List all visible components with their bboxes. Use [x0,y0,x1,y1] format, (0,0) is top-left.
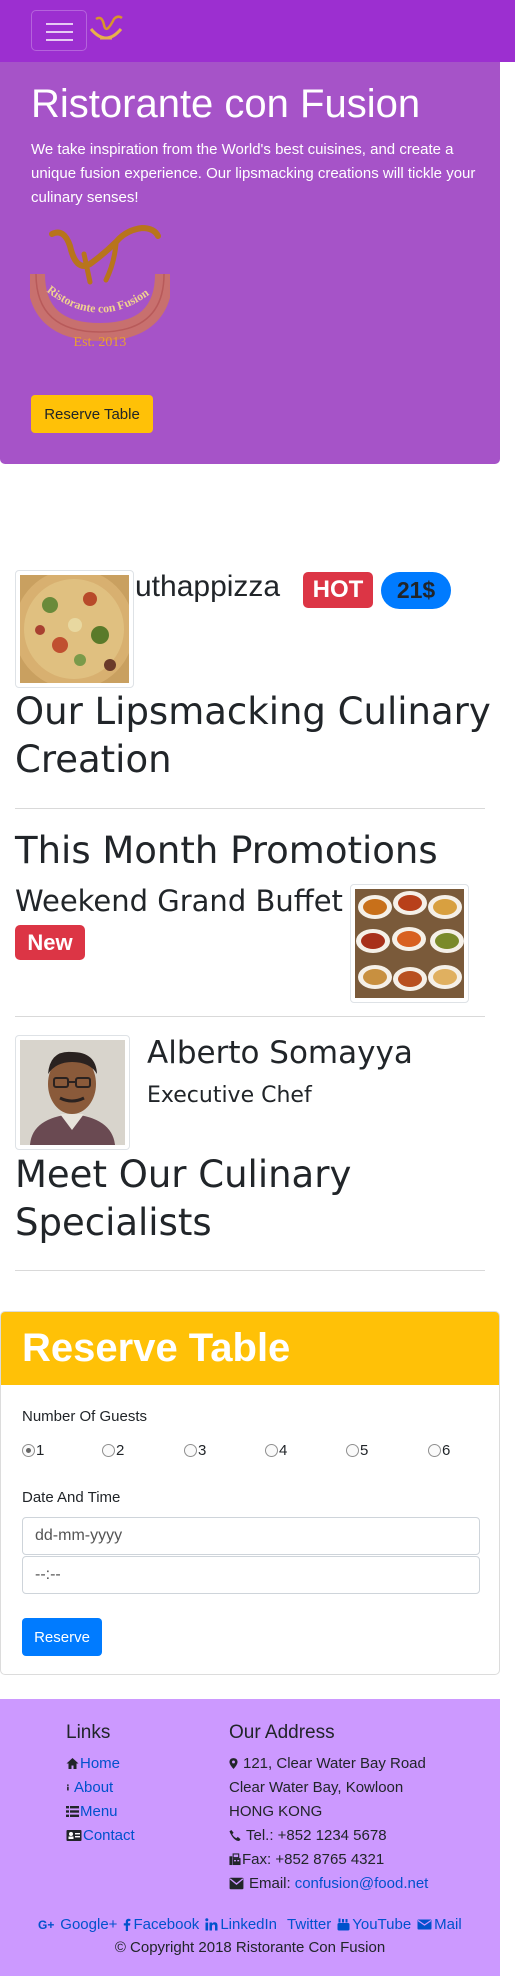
date-input[interactable]: dd-mm-yyyy [22,1517,480,1555]
footer-link-contact[interactable]: Contact [66,1827,135,1844]
datetime-label: Date And Time [22,1489,121,1506]
radio-icon[interactable] [346,1444,359,1457]
divider [15,1270,485,1271]
social-youtube[interactable]: YouTube [337,1916,411,1933]
address-tel: Tel.: +852 1234 5678 [229,1827,387,1844]
linkedin-icon [205,1918,218,1931]
card-header: Reserve Table [1,1312,499,1385]
footer-link-about[interactable]: About [66,1779,113,1796]
address-card-icon [66,1830,82,1841]
pizza-image [14,569,134,689]
google-plus-icon: G+ [38,1918,54,1931]
divider [15,1016,485,1017]
leader-section-title: Meet Our Culinary Specialists [15,1153,352,1244]
new-badge: New [15,925,85,960]
restaurant-logo-icon[interactable] [88,13,124,47]
navbar [0,0,515,62]
reserve-table-card: Reserve Table Number Of Guests 1 2 3 4 5… [0,1311,500,1675]
address-heading: Our Address [229,1722,335,1743]
social-mail[interactable]: Mail [417,1916,462,1933]
envelope-icon [417,1919,432,1930]
dish-name: uthappizza [135,570,281,603]
logo-est: Est. 2013 [74,335,127,346]
guests-label: Number Of Guests [22,1408,148,1425]
radio-icon[interactable] [22,1444,35,1457]
radio-icon[interactable] [102,1444,115,1457]
guest-radio-4[interactable]: 4 [265,1442,287,1459]
time-input[interactable]: --:-- [22,1556,480,1594]
navbar-toggle-button[interactable] [31,10,87,51]
address-line-1: 121, Clear Water Bay Road [229,1755,426,1772]
dish-section-title: Our Lipsmacking Culinary Creation [15,690,491,781]
promotion-name: Weekend Grand Buffet [15,884,343,918]
price-badge: 21$ [381,572,451,609]
logo-text: Ristorante con Fusion [44,282,151,315]
hero-jumbotron: Ristorante con Fusion We take inspiratio… [0,62,500,464]
twitter-icon [283,1918,285,1931]
guest-radio-5[interactable]: 5 [346,1442,368,1459]
promotion-section-title: This Month Promotions [15,829,438,872]
hero-title: Ristorante con Fusion [31,82,421,126]
restaurant-logo: Ristorante con Fusion Est. 2013 [30,224,170,346]
address-line-2: Clear Water Bay, Kowloon [229,1779,404,1796]
social-linkedin[interactable]: LinkedIn [205,1916,277,1933]
address-line-3: HONG KONG [229,1803,323,1820]
envelope-icon [229,1877,244,1890]
hero-text: We take inspiration from the World's bes… [31,141,476,206]
address-email: Email: confusion@food.net [229,1875,428,1892]
guest-radio-2[interactable]: 2 [102,1442,124,1459]
leader-name: Alberto Somayya [147,1035,413,1071]
address-fax: Fax: +852 8765 4321 [229,1851,384,1868]
buffet-image [355,889,464,998]
divider [15,808,485,809]
dish-image [14,569,134,689]
youtube-icon [337,1918,350,1931]
promotion-image [350,884,469,1003]
leader-role: Executive Chef [147,1083,312,1108]
guest-radio-3[interactable]: 3 [184,1442,206,1459]
radio-icon[interactable] [428,1444,441,1457]
svg-text:G+: G+ [38,1918,54,1931]
footer-link-home[interactable]: Home [66,1755,120,1772]
card-title: Reserve Table [22,1326,291,1370]
social-twitter[interactable]: Twitter [283,1916,331,1933]
reserve-table-button[interactable]: Reserve Table [31,395,153,433]
footer-link-menu[interactable]: Menu [66,1803,118,1820]
radio-icon[interactable] [184,1444,197,1457]
facebook-icon [124,1918,131,1931]
home-icon [66,1758,79,1769]
guest-radio-6[interactable]: 6 [428,1442,450,1459]
radio-icon[interactable] [265,1444,278,1457]
guest-radio-1[interactable]: 1 [22,1442,44,1459]
leader-image [15,1035,130,1150]
map-marker-icon [229,1758,238,1769]
social-links: G+ Google+ Facebook LinkedIn Twitter You… [0,1916,500,1933]
phone-icon [229,1829,241,1842]
links-heading: Links [66,1722,111,1743]
email-link[interactable]: confusion@food.net [295,1875,429,1892]
social-facebook[interactable]: Facebook [123,1916,199,1933]
chef-photo [20,1040,125,1145]
social-google-plus[interactable]: G+ Google+ [38,1916,117,1933]
hot-badge: HOT [303,572,373,608]
info-icon [67,1784,69,1791]
fax-icon [229,1853,241,1866]
copyright: © Copyright 2018 Ristorante Con Fusion [114,1939,386,1956]
reserve-submit-button[interactable]: Reserve [22,1618,102,1656]
list-icon [66,1806,79,1817]
